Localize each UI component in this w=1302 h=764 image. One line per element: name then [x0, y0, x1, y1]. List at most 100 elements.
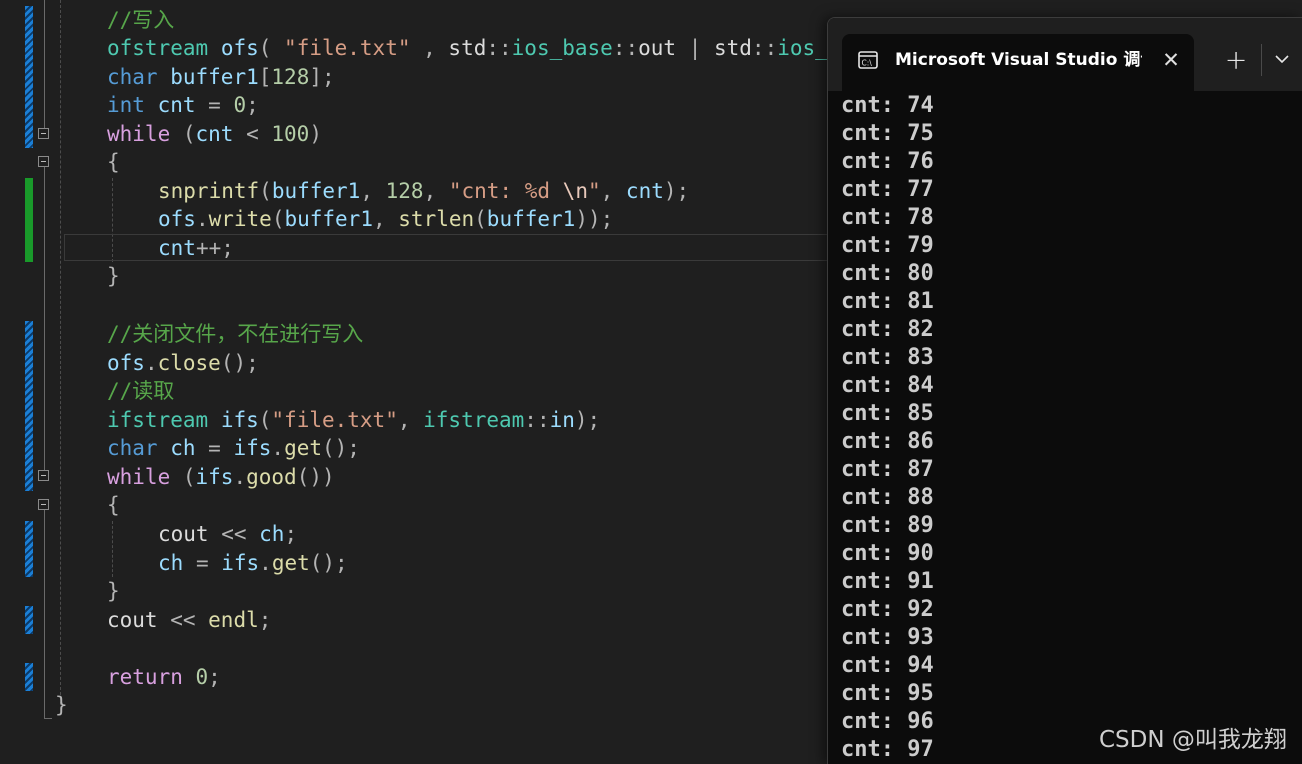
console-output-line: cnt: 95 [841, 681, 934, 706]
code-line[interactable]: //关闭文件，不在进行写入 [107, 320, 363, 348]
code-line[interactable]: cout << endl; [107, 606, 271, 634]
code-token: return [107, 665, 183, 689]
code-line[interactable]: { [107, 491, 120, 519]
code-line[interactable]: ofstream ofs( "file.txt" , std::ios_base… [107, 34, 828, 62]
console-output: cnt: 74 cnt: 75 cnt: 76 cnt: 77 cnt: 78 cnt: … [841, 92, 1301, 764]
close-icon[interactable]: ✕ [1160, 48, 1182, 72]
code-token: { [107, 150, 120, 174]
console-output-line: cnt: 87 [841, 457, 934, 482]
code-token: ]; [309, 65, 335, 89]
code-line[interactable]: int cnt = 0; [107, 91, 259, 119]
code-token: , [360, 179, 386, 203]
code-line[interactable]: while (cnt < 100) [107, 120, 322, 148]
console-output-line: cnt: 88 [841, 485, 934, 510]
fold-collapse-icon[interactable] [38, 470, 49, 481]
code-token: = [195, 93, 234, 117]
code-token: ; [258, 608, 272, 632]
code-token: //写入 [107, 8, 175, 32]
code-token: ); [574, 408, 601, 432]
code-line[interactable]: ofs.write(buffer1, strlen(buffer1)); [158, 205, 613, 233]
change-indicator-saved [25, 606, 33, 634]
code-line[interactable]: } [55, 691, 68, 719]
outline-line [44, 510, 45, 718]
divider [1261, 44, 1262, 76]
chevron-down-icon[interactable] [1271, 48, 1293, 70]
console-output-line: cnt: 75 [841, 121, 934, 146]
code-token: ofs [107, 351, 145, 375]
code-token: ( [259, 179, 272, 203]
code-line[interactable]: char buffer1[128]; [107, 63, 335, 91]
code-token: :: [486, 36, 512, 60]
code-token: . [144, 351, 158, 375]
console-output-line: cnt: 82 [841, 317, 934, 342]
code-token: << [208, 522, 260, 546]
code-token: :: [751, 36, 778, 60]
code-token: out [638, 36, 677, 60]
code-token: = [183, 551, 222, 575]
code-line[interactable]: ofs.close(); [107, 349, 259, 377]
code-line[interactable]: cout << ch; [158, 520, 297, 548]
tab-debug-console[interactable]: C:\ Microsoft Visual Studio 调试控制台 ✕ [842, 34, 1194, 91]
outline-end-line [44, 718, 52, 719]
code-line[interactable]: ch = ifs.get(); [158, 549, 348, 577]
console-output-line: cnt: 76 [841, 149, 934, 174]
code-token: 0 [195, 665, 209, 689]
debug-console-window[interactable]: C:\ Microsoft Visual Studio 调试控制台 ✕ + cn… [827, 17, 1302, 764]
console-output-line: cnt: 94 [841, 653, 934, 678]
code-token: 0 [233, 93, 247, 117]
code-token: , [600, 179, 626, 203]
code-token: close [157, 351, 221, 375]
console-output-line: cnt: 84 [841, 373, 934, 398]
terminal-title-bar[interactable]: C:\ Microsoft Visual Studio 调试控制台 ✕ + [828, 18, 1302, 91]
console-output-line: cnt: 85 [841, 401, 934, 426]
code-line[interactable]: { [107, 148, 120, 176]
code-token: endl [208, 608, 259, 632]
code-token: ( [258, 408, 272, 432]
fold-collapse-icon[interactable] [38, 128, 49, 139]
code-token: get [271, 551, 310, 575]
code-line[interactable]: while (ifs.good()) [107, 463, 335, 491]
code-token: 100 [271, 122, 310, 146]
console-output-line: cnt: 90 [841, 541, 934, 566]
console-output-line: cnt: 86 [841, 429, 934, 454]
code-token: std [713, 36, 752, 60]
code-line[interactable]: } [107, 262, 120, 290]
code-line[interactable]: snprintf(buffer1, 128, "cnt: %d \n", cnt… [158, 177, 689, 205]
code-line[interactable]: return 0; [107, 663, 221, 691]
console-output-line: cnt: 83 [841, 345, 934, 370]
code-token: 128 [271, 65, 310, 89]
code-token: cnt [625, 179, 664, 203]
code-line[interactable]: //读取 [107, 377, 174, 405]
code-token: ++; [195, 236, 234, 260]
fold-collapse-icon[interactable] [38, 156, 49, 167]
code-token: << [157, 608, 209, 632]
code-line[interactable]: } [107, 577, 120, 605]
code-token: ofstream [107, 36, 209, 60]
fold-collapse-icon[interactable] [38, 499, 49, 510]
code-line[interactable]: ifstream ifs("file.txt", ifstream::in); [107, 406, 600, 434]
code-line[interactable]: //写入 [107, 6, 174, 34]
code-token: ofs [158, 207, 196, 231]
code-token: \n [562, 179, 588, 203]
change-indicator-saved [25, 6, 33, 148]
code-token: , [372, 207, 399, 231]
code-token: ; [284, 522, 298, 546]
code-token: "file.txt" [284, 36, 411, 60]
console-output-line: cnt: 91 [841, 569, 934, 594]
code-token: buffer1 [170, 65, 259, 89]
code-line[interactable]: cnt++; [158, 234, 234, 262]
watermark: CSDN @叫我龙翔 [1099, 727, 1287, 753]
code-token: :: [612, 36, 639, 60]
code-token: ifstream [107, 408, 209, 432]
change-indicator-saved [25, 521, 33, 577]
code-token: std [448, 36, 487, 60]
code-line[interactable]: char ch = ifs.get(); [107, 434, 360, 462]
code-token: good [246, 465, 297, 489]
code-token: | [676, 36, 714, 60]
code-token: ifstream [423, 408, 525, 432]
code-token: char [107, 65, 158, 89]
console-output-line: cnt: 77 [841, 177, 934, 202]
add-tab-icon[interactable]: + [1221, 46, 1251, 76]
